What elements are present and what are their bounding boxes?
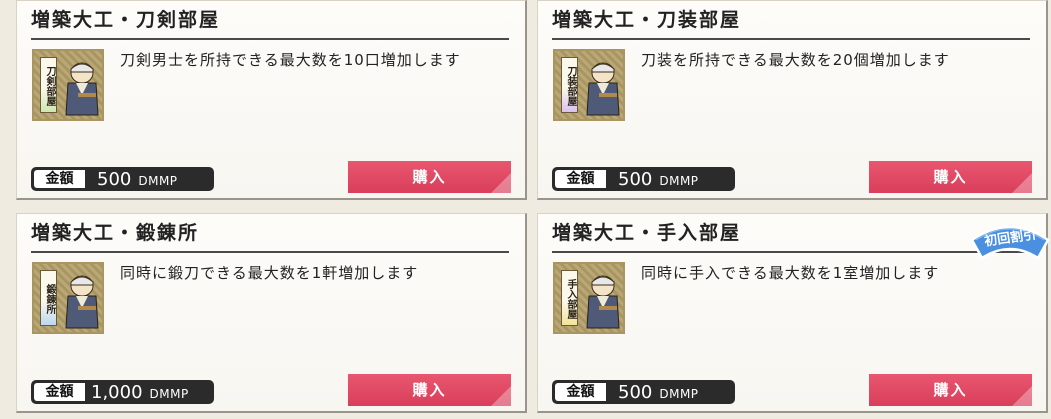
title-divider bbox=[31, 251, 509, 253]
item-thumbnail: 鍛錬所 bbox=[32, 262, 104, 334]
price-tag: 金額 500 DMMP bbox=[552, 167, 735, 191]
buy-button[interactable]: 購入 bbox=[869, 161, 1032, 193]
price-label: 金額 bbox=[34, 170, 85, 188]
buy-button[interactable]: 購入 bbox=[869, 374, 1032, 406]
thumbnail-scroll-label: 刀剣部屋 bbox=[40, 57, 57, 113]
price-tag: 金額 500 DMMP bbox=[552, 380, 735, 404]
price-value: 500 DMMP bbox=[97, 167, 178, 191]
carpenter-figure-icon bbox=[586, 62, 620, 116]
item-title: 増築大工・鍛錬所 bbox=[31, 222, 200, 244]
price-label: 金額 bbox=[34, 383, 85, 401]
first-time-discount-badge: 初回割引 bbox=[966, 218, 1051, 262]
carpenter-figure-icon bbox=[586, 275, 620, 329]
item-thumbnail: 刀剣部屋 bbox=[32, 49, 104, 121]
item-title: 増築大工・刀剣部屋 bbox=[31, 9, 221, 31]
shop-item-card: 増築大工・手入部屋 初回割引 手入部屋 同時に手入できる最大数を1室増加します … bbox=[537, 213, 1051, 413]
price-value: 1,000 DMMP bbox=[91, 380, 189, 404]
price-value: 500 DMMP bbox=[618, 380, 699, 404]
shop-item-card: 増築大工・刀装部屋 刀装部屋 刀装を所持できる最大数を20個増加します 金額 5… bbox=[537, 0, 1048, 200]
price-unit: DMMP bbox=[659, 387, 699, 401]
price-unit: DMMP bbox=[149, 387, 189, 401]
item-description: 同時に鍛刀できる最大数を1軒増加します bbox=[120, 264, 419, 282]
price-amount: 1,000 bbox=[91, 382, 143, 403]
title-divider bbox=[552, 251, 1030, 253]
carpenter-figure-icon bbox=[65, 62, 99, 116]
item-thumbnail: 刀装部屋 bbox=[553, 49, 625, 121]
thumbnail-scroll-label: 鍛錬所 bbox=[40, 270, 57, 326]
price-unit: DMMP bbox=[659, 174, 699, 188]
item-description: 同時に手入できる最大数を1室増加します bbox=[641, 264, 940, 282]
carpenter-figure-icon bbox=[65, 275, 99, 329]
shop-item-card: 増築大工・刀剣部屋 刀剣部屋 刀剣男士を所持できる最大数を10口増加します 金額… bbox=[16, 0, 527, 200]
price-unit: DMMP bbox=[138, 174, 178, 188]
price-value: 500 DMMP bbox=[618, 167, 699, 191]
item-thumbnail: 手入部屋 bbox=[553, 262, 625, 334]
item-description: 刀剣男士を所持できる最大数を10口増加します bbox=[120, 51, 461, 69]
price-label: 金額 bbox=[555, 170, 606, 188]
price-tag: 金額 1,000 DMMP bbox=[31, 380, 214, 404]
item-description: 刀装を所持できる最大数を20個増加します bbox=[641, 51, 950, 69]
price-label: 金額 bbox=[555, 383, 606, 401]
price-tag: 金額 500 DMMP bbox=[31, 167, 214, 191]
shop-item-card: 増築大工・鍛錬所 鍛錬所 同時に鍛刀できる最大数を1軒増加します 金額 1,00… bbox=[16, 213, 527, 413]
price-amount: 500 bbox=[618, 382, 653, 403]
price-amount: 500 bbox=[618, 169, 653, 190]
item-title: 増築大工・手入部屋 bbox=[552, 222, 742, 244]
price-amount: 500 bbox=[97, 169, 132, 190]
buy-button[interactable]: 購入 bbox=[348, 161, 511, 193]
title-divider bbox=[31, 38, 509, 40]
thumbnail-scroll-label: 手入部屋 bbox=[561, 270, 578, 326]
buy-button[interactable]: 購入 bbox=[348, 374, 511, 406]
item-title: 増築大工・刀装部屋 bbox=[552, 9, 742, 31]
title-divider bbox=[552, 38, 1030, 40]
thumbnail-scroll-label: 刀装部屋 bbox=[561, 57, 578, 113]
